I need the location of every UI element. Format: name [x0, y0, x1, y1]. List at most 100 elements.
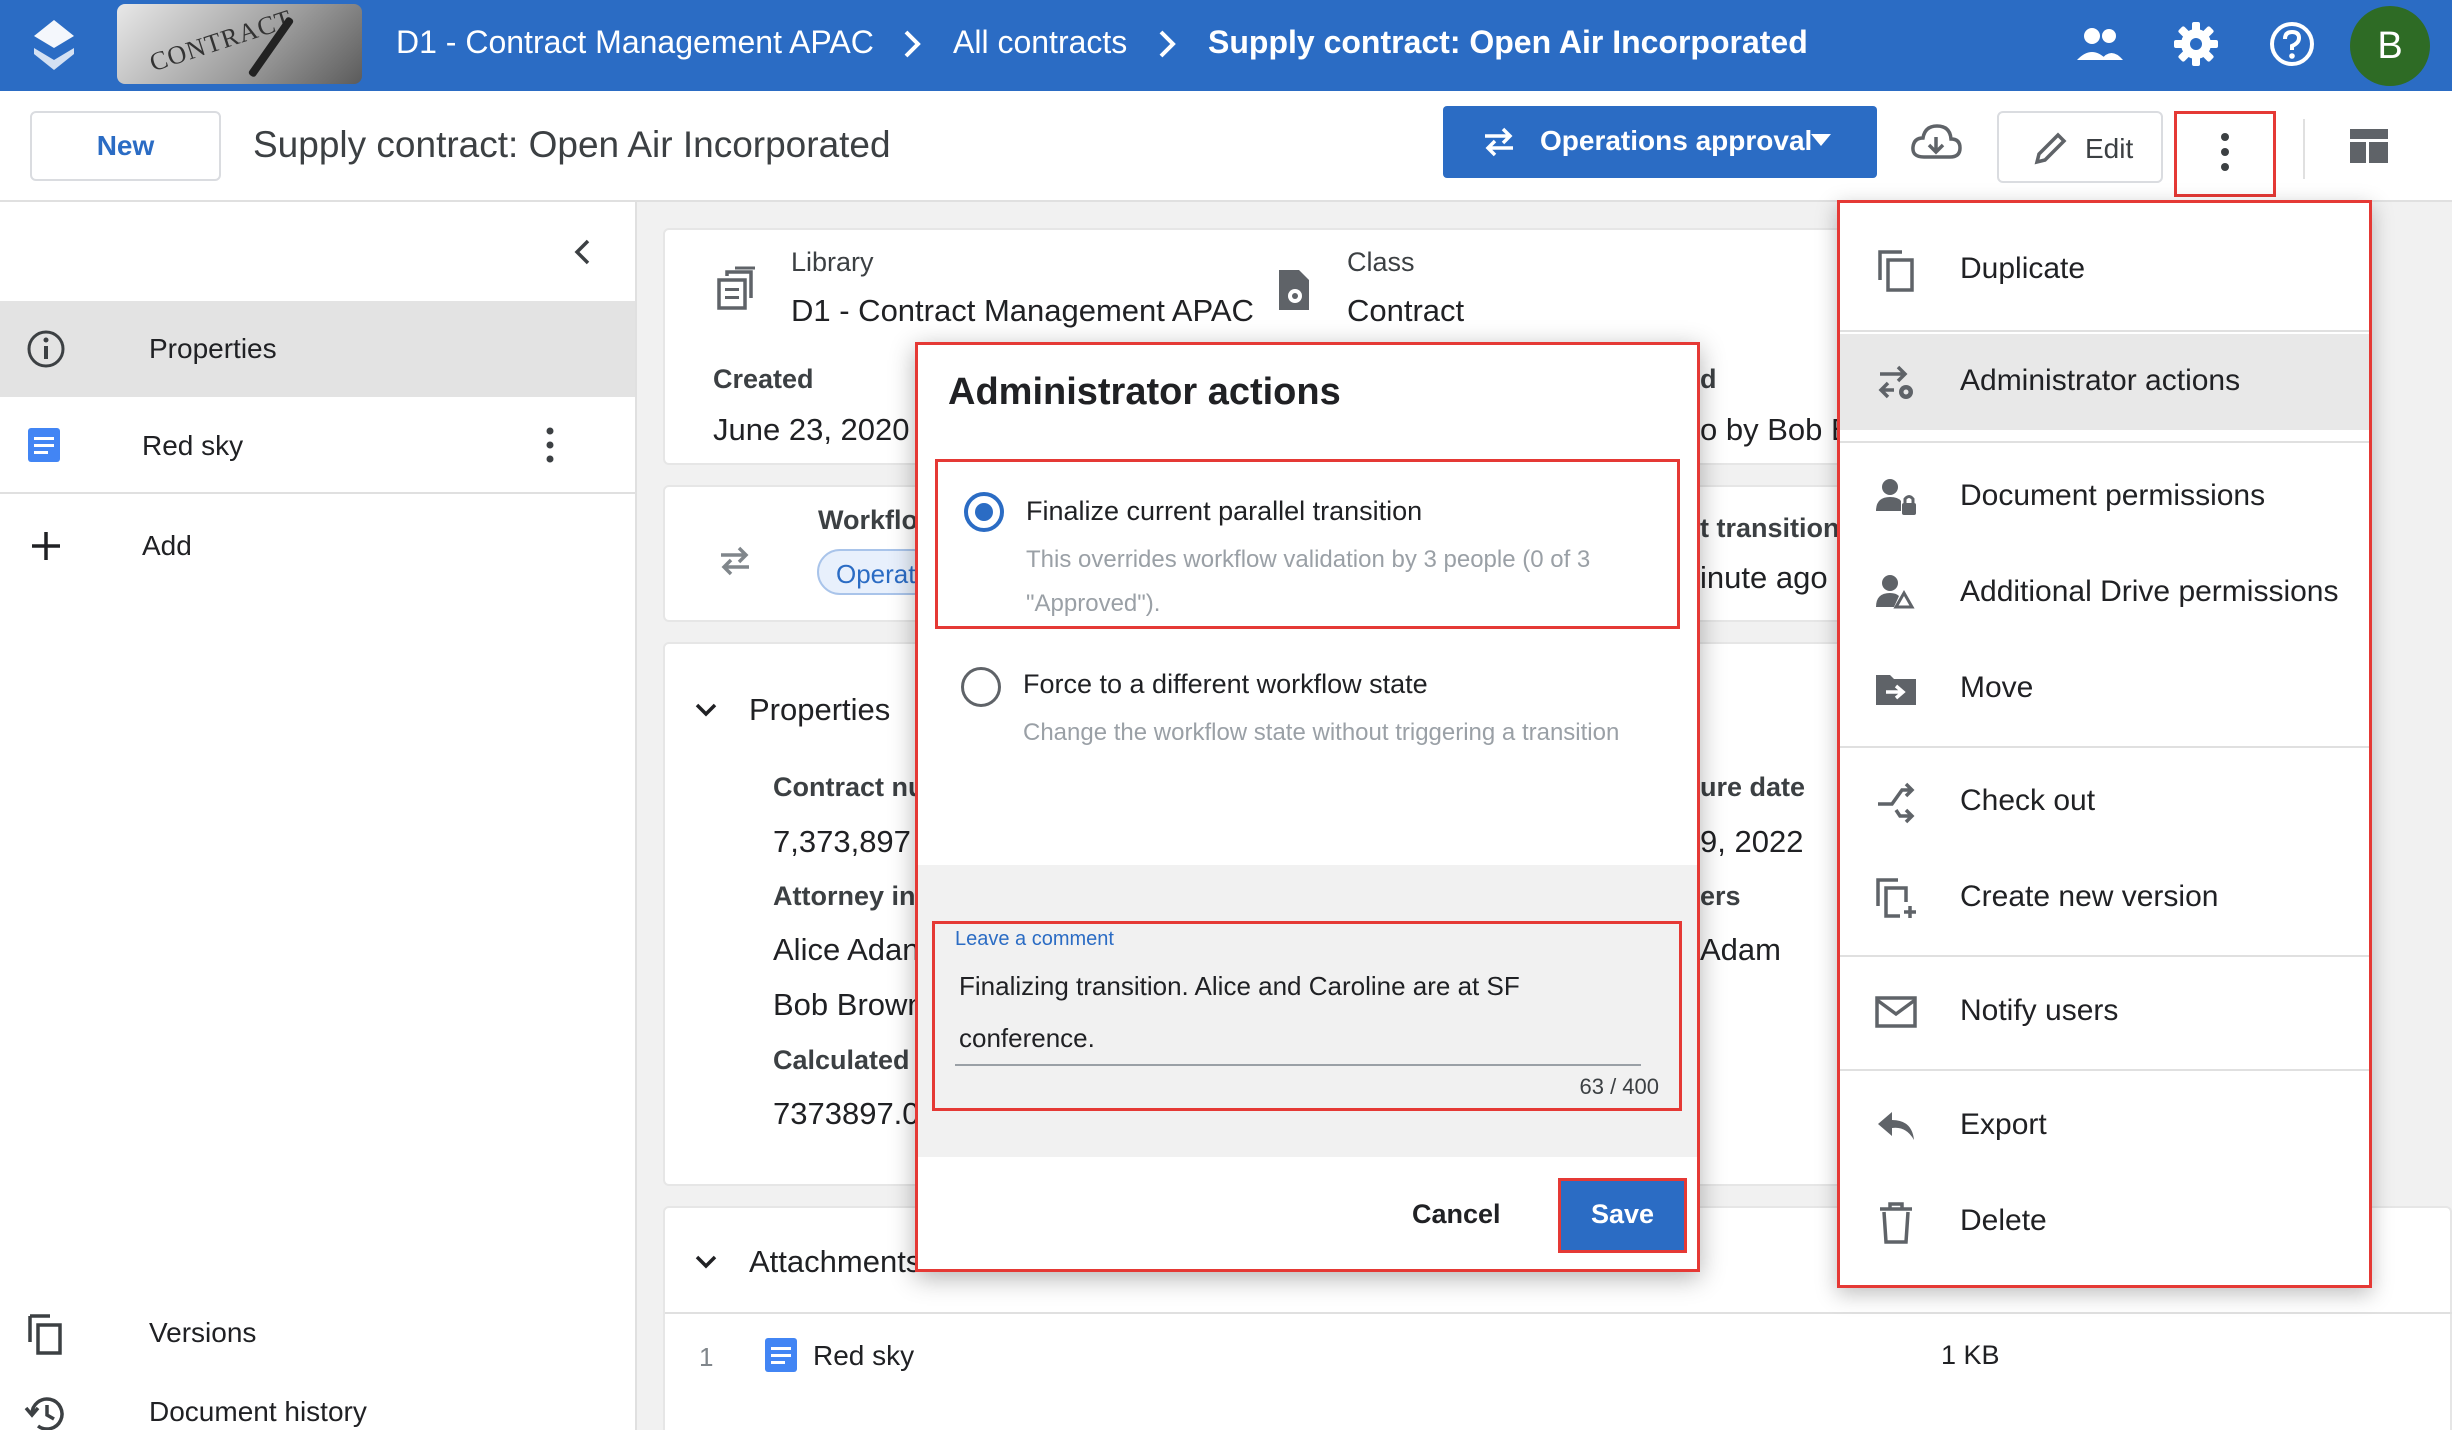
- check-out-icon: [1874, 780, 1918, 824]
- sidebar-item-label: Properties: [149, 333, 277, 364]
- sidebar-item-label: Versions: [149, 1317, 257, 1348]
- library-label: Library: [791, 247, 874, 277]
- save-button[interactable]: Save: [1558, 1178, 1687, 1253]
- chevron-down-icon[interactable]: [693, 700, 719, 720]
- option-description: Change the workflow state without trigge…: [1023, 719, 1620, 746]
- user-avatar[interactable]: B: [2350, 6, 2430, 86]
- menu-item-notify-users[interactable]: Notify users: [1840, 964, 2369, 1060]
- properties-header: Properties: [749, 692, 891, 727]
- class-settings-icon: [1275, 268, 1313, 312]
- google-doc-icon: [28, 428, 60, 462]
- sidebar-add-button[interactable]: Add: [0, 496, 635, 592]
- modified-value: o by Bob B: [1700, 412, 1852, 447]
- attorney-value-2: Bob Brown: [773, 987, 925, 1022]
- workflow-transition-icon: [1481, 124, 1517, 160]
- menu-item-label: Move: [1960, 671, 2034, 704]
- menu-item-label: Document permissions: [1960, 479, 2266, 512]
- sidebar: Properties Red sky Add Versions Document…: [0, 202, 637, 1430]
- cloud-download-icon[interactable]: [1910, 121, 1962, 163]
- menu-item-document-permissions[interactable]: Document permissions: [1840, 449, 2369, 545]
- attorney-label: Attorney in: [773, 881, 916, 911]
- library-value: D1 - Contract Management APAC: [791, 293, 1254, 328]
- menu-item-administrator-actions[interactable]: Administrator actions: [1840, 334, 2369, 430]
- calculated-value: 7373897.0: [773, 1096, 920, 1131]
- sidebar-item-versions[interactable]: Versions: [0, 1282, 635, 1372]
- person-lock-icon: [1874, 475, 1918, 519]
- table-row[interactable]: 1 Red sky 1 KB: [665, 1314, 2452, 1414]
- menu-item-create-new-version[interactable]: Create new version: [1840, 850, 2369, 946]
- approvers-value: Adam: [1700, 932, 1781, 967]
- menu-item-check-out[interactable]: Check out: [1840, 754, 2369, 850]
- radio-selected[interactable]: [964, 492, 1004, 532]
- edit-button[interactable]: Edit: [1997, 111, 2163, 183]
- menu-item-label: Administrator actions: [1960, 364, 2241, 397]
- google-doc-icon: [765, 1338, 797, 1372]
- sidebar-item-document-history[interactable]: Document history: [0, 1374, 635, 1430]
- info-icon: [26, 329, 66, 369]
- sidebar-item-label: Add: [142, 530, 192, 561]
- expiry-date-label: ure date: [1700, 772, 1806, 802]
- menu-item-additional-drive-permissions[interactable]: Additional Drive permissions: [1840, 545, 2369, 641]
- sidebar-item-properties[interactable]: Properties: [0, 301, 635, 397]
- menu-item-label: Create new version: [1960, 880, 2219, 913]
- option-force-state[interactable]: Force to a different workflow state Chan…: [935, 635, 1680, 805]
- dialog-title: Administrator actions: [948, 371, 1341, 413]
- workflow-label: Workflo: [818, 505, 918, 535]
- menu-item-delete[interactable]: Delete: [1840, 1174, 2369, 1270]
- sidebar-item-red-sky[interactable]: Red sky: [0, 398, 635, 494]
- help-icon[interactable]: [2268, 20, 2316, 68]
- copy-icon: [1874, 248, 1918, 292]
- attachments-header: Attachments: [749, 1244, 922, 1279]
- chevron-down-icon[interactable]: [693, 1252, 719, 1272]
- option-finalize-transition[interactable]: Finalize current parallel transition Thi…: [935, 459, 1680, 629]
- admin-actions-icon: [1874, 360, 1918, 404]
- comment-section: Leave a comment Finalizing transition. A…: [918, 865, 1697, 1157]
- class-value: Contract: [1347, 293, 1465, 328]
- modified-label: d: [1700, 364, 1717, 394]
- more-vert-icon[interactable]: [544, 426, 556, 464]
- workflow-transition-icon: [717, 543, 753, 579]
- created-value: June 23, 2020 b: [713, 412, 936, 447]
- menu-item-export[interactable]: Export: [1840, 1078, 2369, 1174]
- menu-item-label: Duplicate: [1960, 252, 2086, 285]
- people-icon[interactable]: [2075, 22, 2125, 68]
- toolbar-divider: [2303, 119, 2305, 179]
- library-stack-icon: [717, 266, 757, 310]
- collapse-chevron-icon[interactable]: [570, 237, 594, 267]
- workflow-state-button[interactable]: Operations approval: [1443, 106, 1877, 178]
- menu-item-label: Additional Drive permissions: [1960, 575, 2339, 608]
- option-description: This overrides workflow validation by 3 …: [1026, 546, 1591, 617]
- caret-down-icon: [1811, 134, 1831, 146]
- contract-number-label: Contract nu: [773, 772, 925, 802]
- versions-icon: [26, 1312, 66, 1356]
- move-folder-icon: [1874, 667, 1918, 711]
- more-actions-button[interactable]: [2174, 111, 2276, 197]
- menu-divider: [1840, 441, 2369, 443]
- menu-divider: [1840, 746, 2369, 748]
- menu-item-move[interactable]: Move: [1840, 641, 2369, 737]
- administrator-actions-dialog: Administrator actions Finalize current p…: [915, 342, 1700, 1272]
- library-logo-image: CONTRACT: [117, 4, 362, 84]
- comment-textarea[interactable]: Leave a comment Finalizing transition. A…: [932, 921, 1682, 1111]
- layout-panel-icon[interactable]: [2350, 129, 2388, 163]
- breadcrumb-current: Supply contract: Open Air Incorporated: [1208, 24, 1808, 60]
- textarea-underline: [955, 1064, 1641, 1066]
- radio-unselected[interactable]: [961, 667, 1001, 707]
- app-logo-icon[interactable]: [30, 18, 78, 72]
- plus-icon: [30, 530, 62, 562]
- attorney-value-1: Alice Adan: [773, 932, 920, 967]
- breadcrumb-all-contracts[interactable]: All contracts: [953, 24, 1127, 61]
- comment-label: Leave a comment: [955, 928, 1114, 950]
- settings-gear-icon[interactable]: [2172, 20, 2220, 68]
- mail-icon: [1874, 990, 1918, 1034]
- history-icon: [24, 1394, 66, 1430]
- document-title: Supply contract: Open Air Incorporated: [253, 124, 891, 165]
- menu-item-duplicate[interactable]: Duplicate: [1840, 222, 2369, 318]
- chevron-right-icon: [900, 26, 924, 62]
- menu-item-label: Check out: [1960, 784, 2096, 817]
- new-button[interactable]: New: [30, 111, 221, 181]
- cancel-button[interactable]: Cancel: [1412, 1199, 1501, 1230]
- calculated-label: Calculated: [773, 1045, 910, 1075]
- breadcrumb-library[interactable]: D1 - Contract Management APAC: [396, 24, 874, 61]
- new-version-icon: [1874, 876, 1918, 920]
